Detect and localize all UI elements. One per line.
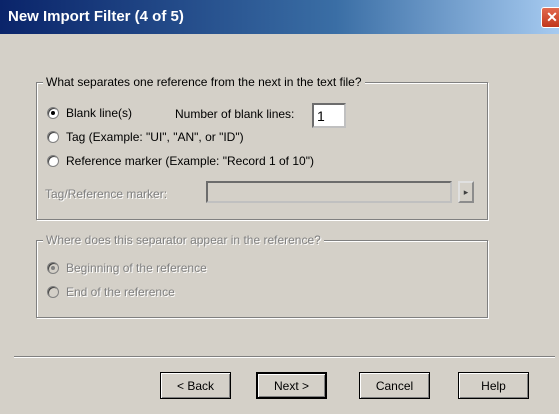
radio-beginning[interactable]: Beginning of the reference xyxy=(47,261,207,275)
blank-lines-input[interactable] xyxy=(312,103,346,128)
close-icon: ✕ xyxy=(546,9,558,25)
radio-reference-marker[interactable]: Reference marker (Example: "Record 1 of … xyxy=(47,154,314,168)
blank-lines-label: Number of blank lines: xyxy=(175,107,295,121)
radio-tag[interactable]: Tag (Example: "UI", "AN", or "ID") xyxy=(47,130,244,144)
radio-label: Reference marker (Example: "Record 1 of … xyxy=(66,154,314,168)
radio-label: End of the reference xyxy=(66,285,175,299)
radio-blank-lines[interactable]: Blank line(s) xyxy=(47,106,132,120)
radio-button-icon[interactable] xyxy=(47,286,59,298)
tag-marker-insert-button[interactable]: ▸ xyxy=(458,181,474,203)
tag-marker-label: Tag/Reference marker: xyxy=(45,187,168,201)
position-group: Where does this separator appear in the … xyxy=(36,233,488,318)
arrow-right-icon: ▸ xyxy=(463,186,469,197)
window-title: New Import Filter (4 of 5) xyxy=(8,8,184,25)
footer-divider xyxy=(14,356,555,358)
tag-marker-input[interactable] xyxy=(206,181,452,203)
next-button[interactable]: Next > xyxy=(256,372,327,399)
help-button[interactable]: Help xyxy=(458,372,529,399)
title-bar[interactable]: New Import Filter (4 of 5) ✕ xyxy=(0,0,559,34)
radio-button-icon[interactable] xyxy=(47,155,59,167)
position-group-legend: Where does this separator appear in the … xyxy=(43,233,324,247)
close-button[interactable]: ✕ xyxy=(541,7,559,28)
radio-button-icon[interactable] xyxy=(47,131,59,143)
import-filter-dialog: New Import Filter (4 of 5) ✕ What separa… xyxy=(0,0,559,414)
radio-label: Beginning of the reference xyxy=(66,261,207,275)
back-button[interactable]: < Back xyxy=(160,372,231,399)
separator-group-legend: What separates one reference from the ne… xyxy=(43,75,365,89)
radio-button-icon[interactable] xyxy=(47,262,59,274)
radio-end[interactable]: End of the reference xyxy=(47,285,175,299)
cancel-button[interactable]: Cancel xyxy=(359,372,430,399)
radio-label: Blank line(s) xyxy=(66,106,133,120)
radio-label: Tag (Example: "UI", "AN", or "ID") xyxy=(66,130,244,144)
radio-button-icon[interactable] xyxy=(47,107,59,119)
